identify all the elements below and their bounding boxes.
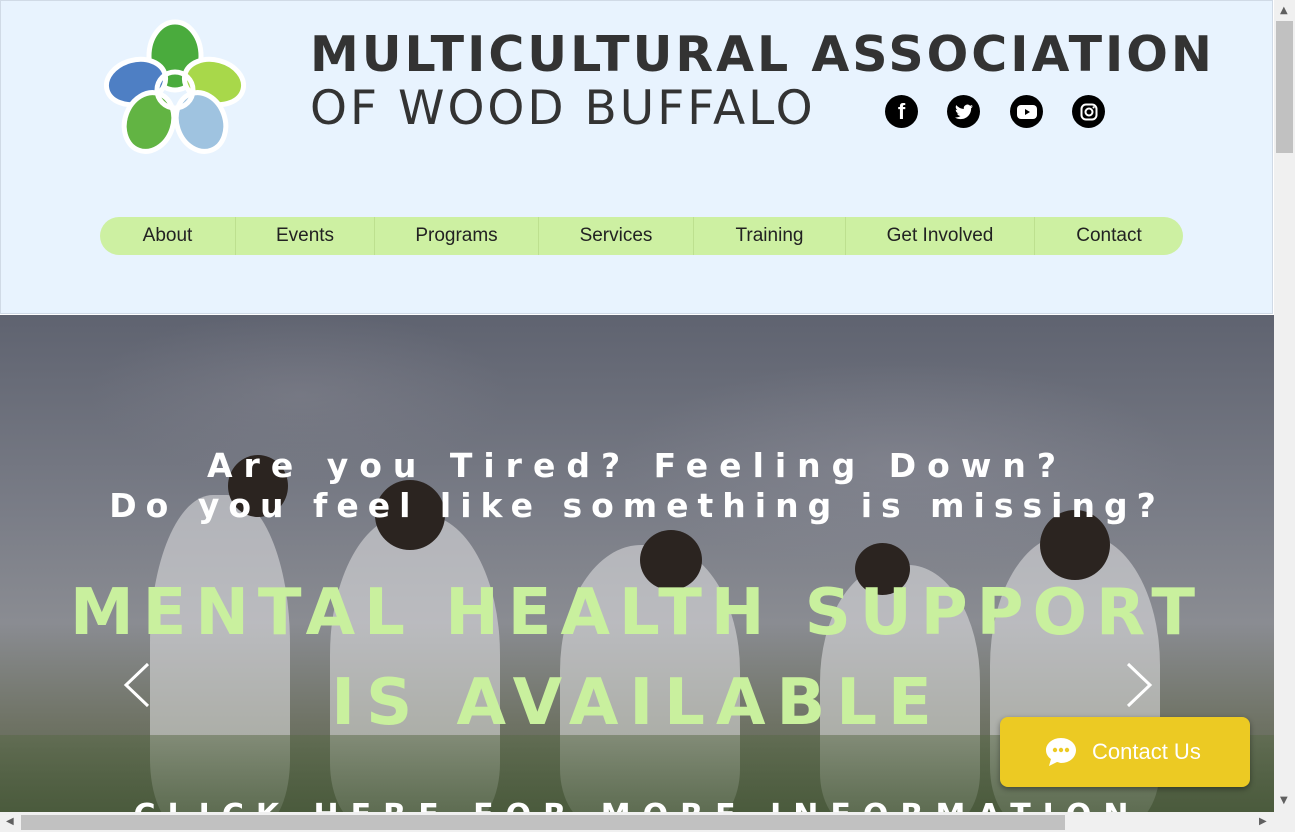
youtube-play-icon bbox=[1016, 104, 1037, 119]
main-navigation: About Events Programs Services Training … bbox=[100, 217, 1183, 255]
horizontal-scroll-thumb[interactable] bbox=[21, 815, 1065, 830]
contact-us-chat-button[interactable]: Contact Us bbox=[1000, 717, 1250, 787]
nav-item-contact[interactable]: Contact bbox=[1035, 217, 1183, 255]
facebook-icon[interactable]: f bbox=[885, 95, 918, 128]
scroll-down-arrow-icon[interactable]: ▼ bbox=[1280, 796, 1288, 806]
nav-item-training[interactable]: Training bbox=[694, 217, 846, 255]
hero-line-2: Do you feel like something is missing? bbox=[109, 486, 1165, 525]
hero-headline-1: MENTAL HEALTH SUPPORT bbox=[69, 576, 1205, 650]
nav-item-get-involved[interactable]: Get Involved bbox=[846, 217, 1035, 255]
scroll-left-arrow-icon[interactable]: ◀ bbox=[6, 817, 14, 827]
association-logo[interactable] bbox=[104, 18, 246, 154]
facebook-glyph: f bbox=[897, 98, 906, 124]
nav-item-services[interactable]: Services bbox=[539, 217, 694, 255]
scroll-up-arrow-icon[interactable]: ▲ bbox=[1280, 6, 1288, 16]
hero-line-1: Are you Tired? Feeling Down? bbox=[207, 446, 1067, 485]
nav-item-about[interactable]: About bbox=[100, 217, 236, 255]
slideshow-prev-arrow-icon[interactable] bbox=[122, 660, 152, 710]
vertical-scroll-thumb[interactable] bbox=[1276, 21, 1293, 153]
twitter-bird-icon bbox=[954, 104, 973, 119]
nav-item-programs[interactable]: Programs bbox=[375, 217, 539, 255]
site-title-line-2: OF WOOD BUFFALO bbox=[310, 81, 816, 136]
chat-bubble-icon bbox=[1046, 738, 1076, 766]
slideshow-next-arrow-icon[interactable] bbox=[1124, 660, 1154, 710]
twitter-icon[interactable] bbox=[947, 95, 980, 128]
scroll-right-arrow-icon[interactable]: ▶ bbox=[1259, 817, 1267, 827]
youtube-icon[interactable] bbox=[1010, 95, 1043, 128]
contact-us-label: Contact Us bbox=[1092, 739, 1201, 764]
site-title-line-1: MULTICULTURAL ASSOCIATION bbox=[310, 26, 1215, 83]
instagram-icon[interactable] bbox=[1072, 95, 1105, 128]
nav-item-events[interactable]: Events bbox=[236, 217, 375, 255]
instagram-camera-icon bbox=[1080, 103, 1097, 120]
